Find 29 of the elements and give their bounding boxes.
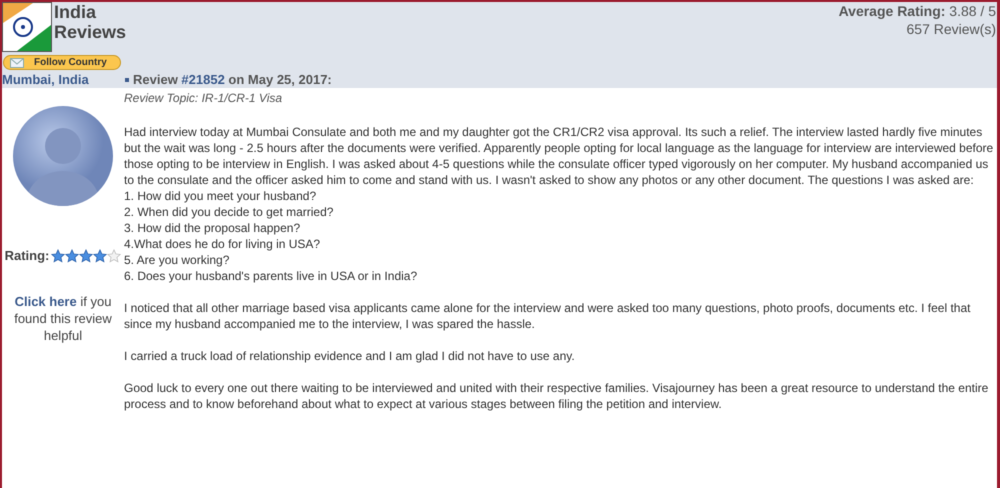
page-title: Reviews: [54, 22, 126, 42]
page-title: India: [54, 2, 98, 22]
question-line: 2. When did you decide to get married?: [124, 204, 334, 220]
flag-icon: [2, 2, 52, 52]
click-here-link[interactable]: Click here: [14, 294, 77, 309]
review-topic: Review Topic: IR-1/CR-1 Visa: [124, 90, 284, 106]
star-filled-icon: [65, 248, 80, 262]
star-filled-icon: [79, 248, 94, 262]
star-filled-icon: [51, 248, 66, 262]
question-line: 1. How did you meet your husband?: [124, 188, 318, 204]
review-heading: Review #21852 on May 25, 2017:: [133, 72, 332, 87]
question-line: 3. How did the proposal happen?: [124, 220, 302, 236]
bullet-icon: [125, 78, 129, 82]
star-filled-icon: [93, 248, 108, 262]
question-line: 6. Does your husband's parents live in USA or in India?: [124, 268, 418, 284]
envelope-icon: [10, 58, 24, 68]
follow-button[interactable]: Follow Country: [3, 55, 121, 70]
review-paragraph: Had interview today at Mumbai Consulate and both me and my daughter got the CR1/CR2 visa approval. Its such a relief. The interview lasted hardly five minutes but the wait was long - 2.5 hours after the documents were verified. Apparently people opting for local language as the language for interview are interviewed before those opting to be interview in English. I was asked about 4-5 questions while the consulate officer typed vigorously on her computer. My husband accompanied us to the consulate and the officer asked him to come and stand with us. I wasn't asked to show any photos or any other document. The questions I was asked are:: [124, 124, 994, 188]
review-paragraph: I noticed that all other marriage based visa applicants came alone for the interview and were asked too many questions, photo proofs, documents etc. I feel that since my husband accompanied me to the interview, I was spared the hassle.: [124, 300, 972, 332]
average-rating: Average Rating: 3.88 / 5: [838, 2, 996, 20]
avatar-icon: [13, 106, 113, 206]
helpful-text: Click here if you found this review helpful: [13, 293, 113, 344]
review-paragraph: I carried a truck load of relationship evidence and I am glad I did not have to use any.: [124, 348, 576, 364]
location-label: Mumbai, India: [2, 72, 90, 87]
review-paragraph: Good luck to every one out there waiting to be interviewed and united with their respective families. Visajourney has been a great resource to understand the entire process and to know beforehand about what to expect at various stages between filing the petition and interview.: [124, 380, 990, 412]
question-line: 4.What does he do for living in USA?: [124, 236, 322, 252]
question-line: 5. Are you working?: [124, 252, 230, 268]
review-count: 657 Review(s): [906, 20, 996, 38]
rating-label: Rating:: [4, 248, 50, 263]
